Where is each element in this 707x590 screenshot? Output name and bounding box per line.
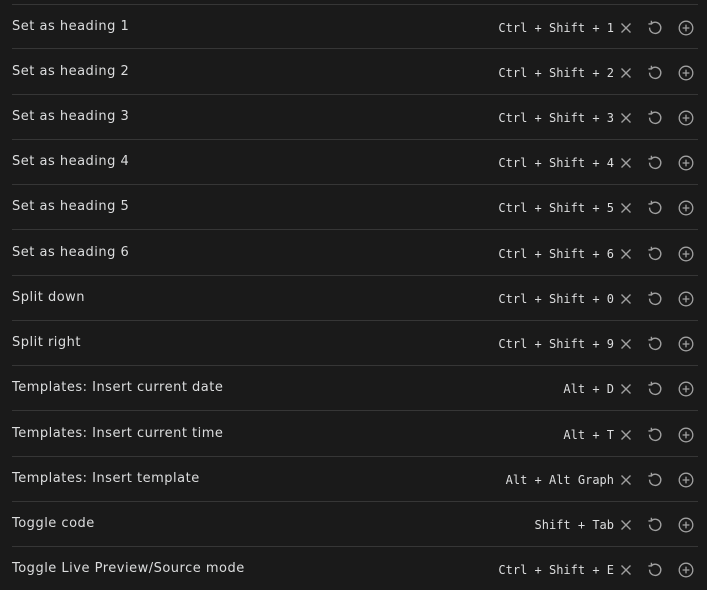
plus-circle-icon[interactable]: [677, 245, 695, 263]
reset-icon[interactable]: [646, 335, 664, 353]
hotkey-row-set-heading-4: Set as heading 4 Ctrl + Shift + 4: [12, 140, 698, 185]
plus-circle-icon[interactable]: [677, 561, 695, 579]
hotkey-badge: Alt + Alt Graph: [505, 473, 614, 487]
hotkey-badge: Ctrl + Shift + 2: [498, 66, 614, 80]
hotkey-badge: Ctrl + Shift + 9: [498, 337, 614, 351]
hotkey-row-split-right: Split right Ctrl + Shift + 9: [12, 321, 698, 366]
hotkey-badge: Ctrl + Shift + 3: [498, 111, 614, 125]
hotkey-badge: Ctrl + Shift + 5: [498, 201, 614, 215]
hotkey-badge: Shift + Tab: [534, 518, 614, 532]
command-label: Toggle code: [12, 516, 95, 531]
hotkey-row-set-heading-2: Set as heading 2 Ctrl + Shift + 2: [12, 50, 698, 95]
plus-circle-icon[interactable]: [677, 19, 695, 37]
plus-circle-icon[interactable]: [677, 199, 695, 217]
plus-circle-icon[interactable]: [677, 154, 695, 172]
close-icon[interactable]: [619, 380, 633, 398]
close-icon[interactable]: [619, 290, 633, 308]
reset-icon[interactable]: [646, 154, 664, 172]
reset-icon[interactable]: [646, 19, 664, 37]
close-icon[interactable]: [619, 426, 633, 444]
hotkey-row-insert-template: Templates: Insert template Alt + Alt Gra…: [12, 457, 698, 502]
plus-circle-icon[interactable]: [677, 109, 695, 127]
plus-circle-icon[interactable]: [677, 471, 695, 489]
plus-circle-icon[interactable]: [677, 335, 695, 353]
hotkey-badge: Ctrl + Shift + 6: [498, 247, 614, 261]
hotkey-row-toggle-code: Toggle code Shift + Tab: [12, 502, 698, 547]
command-label: Set as heading 5: [12, 199, 130, 214]
plus-circle-icon[interactable]: [677, 64, 695, 82]
hotkey-badge: Alt + T: [563, 428, 614, 442]
reset-icon[interactable]: [646, 199, 664, 217]
hotkey-badge: Ctrl + Shift + 0: [498, 292, 614, 306]
reset-icon[interactable]: [646, 245, 664, 263]
close-icon[interactable]: [619, 199, 633, 217]
command-label: Set as heading 3: [12, 109, 130, 124]
hotkey-row-toggle-live-preview: Toggle Live Preview/Source mode Ctrl + S…: [12, 547, 698, 590]
close-icon[interactable]: [619, 516, 633, 534]
hotkey-row-set-heading-5: Set as heading 5 Ctrl + Shift + 5: [12, 185, 698, 230]
reset-icon[interactable]: [646, 471, 664, 489]
command-label: Set as heading 2: [12, 64, 130, 79]
close-icon[interactable]: [619, 335, 633, 353]
reset-icon[interactable]: [646, 290, 664, 308]
hotkey-badge: Ctrl + Shift + 4: [498, 156, 614, 170]
command-label: Set as heading 6: [12, 245, 130, 260]
hotkey-row-set-heading-1: Set as heading 1 Ctrl + Shift + 1: [12, 4, 698, 49]
command-label: Templates: Insert current date: [12, 380, 224, 395]
hotkey-list: Set as heading 1 Ctrl + Shift + 1 Set as…: [0, 0, 707, 590]
command-label: Templates: Insert current time: [12, 426, 224, 441]
command-label: Split right: [12, 335, 82, 350]
close-icon[interactable]: [619, 64, 633, 82]
plus-circle-icon[interactable]: [677, 516, 695, 534]
reset-icon[interactable]: [646, 426, 664, 444]
close-icon[interactable]: [619, 245, 633, 263]
reset-icon[interactable]: [646, 561, 664, 579]
command-label: Set as heading 4: [12, 154, 130, 169]
close-icon[interactable]: [619, 109, 633, 127]
close-icon[interactable]: [619, 154, 633, 172]
command-label: Split down: [12, 290, 86, 305]
hotkey-row-insert-current-date: Templates: Insert current date Alt + D: [12, 366, 698, 411]
plus-circle-icon[interactable]: [677, 426, 695, 444]
plus-circle-icon[interactable]: [677, 380, 695, 398]
hotkey-row-set-heading-6: Set as heading 6 Ctrl + Shift + 6: [12, 231, 698, 276]
plus-circle-icon[interactable]: [677, 290, 695, 308]
reset-icon[interactable]: [646, 516, 664, 534]
close-icon[interactable]: [619, 19, 633, 37]
command-label: Templates: Insert template: [12, 471, 200, 486]
reset-icon[interactable]: [646, 109, 664, 127]
close-icon[interactable]: [619, 561, 633, 579]
hotkey-row-split-down: Split down Ctrl + Shift + 0: [12, 276, 698, 321]
command-label: Set as heading 1: [12, 19, 130, 34]
reset-icon[interactable]: [646, 380, 664, 398]
command-label: Toggle Live Preview/Source mode: [12, 561, 245, 576]
hotkey-row-insert-current-time: Templates: Insert current time Alt + T: [12, 412, 698, 457]
hotkey-badge: Ctrl + Shift + 1: [498, 21, 614, 35]
hotkey-badge: Ctrl + Shift + E: [498, 563, 614, 577]
hotkey-badge: Alt + D: [563, 382, 614, 396]
close-icon[interactable]: [619, 471, 633, 489]
hotkey-row-set-heading-3: Set as heading 3 Ctrl + Shift + 3: [12, 95, 698, 140]
reset-icon[interactable]: [646, 64, 664, 82]
